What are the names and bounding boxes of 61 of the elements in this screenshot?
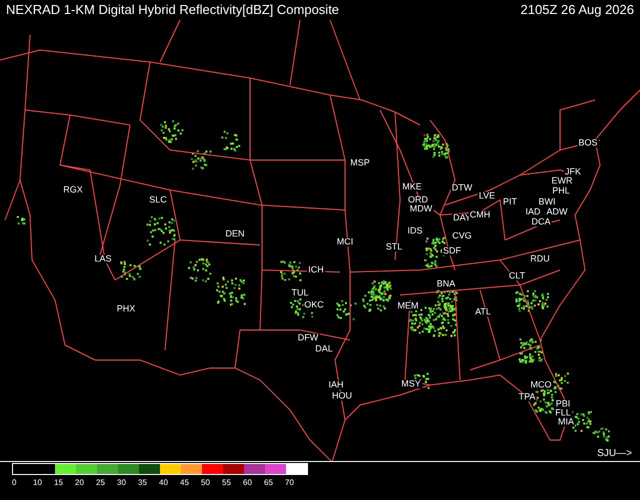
scale-tick-label: 10: [33, 478, 43, 487]
city-label: EWR: [550, 176, 574, 186]
city-label: DCA: [530, 218, 552, 226]
city-label: JFK: [564, 168, 582, 176]
city-label: MIA: [557, 418, 575, 426]
city-label: ADW: [546, 208, 568, 216]
city-label: RDU: [529, 254, 551, 264]
city-label: MKE: [401, 182, 423, 192]
city-label: LVE: [478, 192, 496, 200]
map-title: NEXRAD 1-KM Digital Hybrid Reflectivity[dBZ] Composite: [6, 2, 340, 16]
city-label: RGX: [62, 186, 84, 194]
city-label: MSY: [400, 380, 422, 388]
city-label: MCI: [336, 238, 354, 246]
city-label: LAS: [94, 254, 112, 264]
city-label: ATL: [474, 308, 492, 316]
city-label: PBI: [554, 400, 572, 408]
city-label: MDW: [408, 204, 434, 214]
city-label: TPA: [518, 392, 536, 402]
city-label: SDF: [442, 246, 462, 256]
city-label: TUL: [290, 288, 310, 298]
city-label: IAH: [328, 380, 344, 390]
timestamp: 2105Z 26 Aug 2026: [520, 2, 634, 16]
city-label: BNA: [436, 280, 456, 288]
city-label: HOU: [331, 392, 353, 400]
city-label: PIT: [502, 198, 518, 206]
scale-tick-label: 0: [12, 478, 18, 487]
scale-tick-label: 20: [75, 478, 85, 487]
city-label: STL: [384, 242, 404, 252]
scale-tick-label: 70: [285, 478, 295, 487]
city-label: DEN: [224, 230, 246, 238]
city-label: CLT: [508, 272, 526, 280]
scale-tick-label: 30: [117, 478, 127, 487]
city-label: SLC: [148, 196, 168, 204]
scale-tick-label: 60: [243, 478, 253, 487]
scale-tick-label: 45: [180, 478, 190, 487]
scale-tick-label: 55: [222, 478, 232, 487]
city-label: ORD: [407, 196, 429, 204]
scale-tick-label: 25: [96, 478, 106, 487]
city-label: MSP: [349, 158, 371, 168]
offscreen-pointer-label: SJU—>: [597, 448, 632, 459]
city-label: IAD: [524, 208, 542, 216]
city-label: BWI: [538, 198, 556, 206]
city-label: DTW: [450, 184, 474, 192]
scale-tick-label: 65: [264, 478, 274, 487]
city-label: MCO: [530, 380, 552, 390]
scale-tick-label: 40: [159, 478, 169, 487]
scale-tick-label: 50: [201, 478, 211, 487]
city-label: ICH: [307, 266, 325, 274]
city-label: CMH: [468, 210, 492, 220]
scale-tick-label: 15: [54, 478, 64, 487]
city-label: OKC: [303, 300, 325, 310]
city-label: DFW: [296, 334, 320, 342]
scale-tick-label: 35: [138, 478, 148, 487]
city-label: FLL: [554, 408, 572, 418]
city-label: BOS: [578, 138, 598, 148]
city-label: DAL: [314, 344, 334, 354]
city-label: PHL: [551, 186, 571, 196]
city-label: MEM: [396, 302, 420, 310]
city-label: CVG: [451, 232, 473, 240]
city-label: PHX: [116, 304, 136, 314]
city-label: IDS: [406, 226, 424, 236]
